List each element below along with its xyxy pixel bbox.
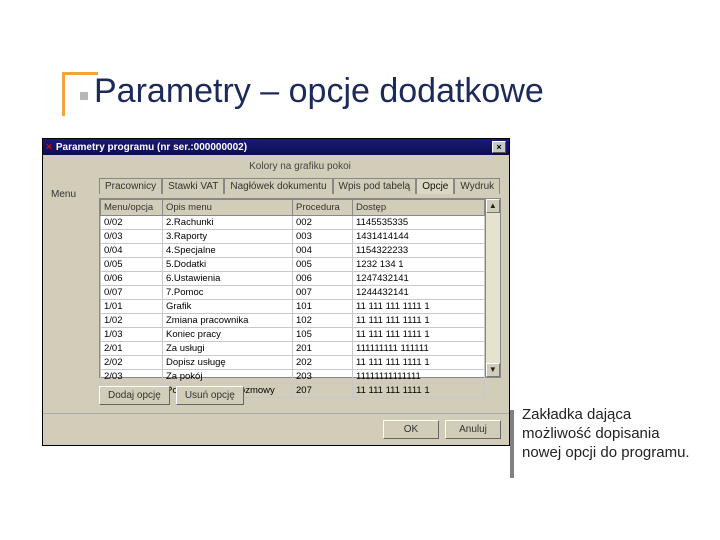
cell-c0: 0/07 (101, 286, 163, 300)
cell-c2: 002 (293, 216, 353, 230)
cell-c1: Grafik (163, 300, 293, 314)
titlebar-text: × Parametry programu (nr ser.:000000002) (46, 142, 247, 153)
table-row[interactable]: 2/02Dopisz usługę20211 111 111 1111 1 (101, 356, 485, 370)
cell-c2: 202 (293, 356, 353, 370)
tab-wydruk[interactable]: Wydruk (454, 178, 500, 194)
cell-c2: 207 (293, 384, 353, 398)
cell-c2: 201 (293, 342, 353, 356)
cell-c3: 1247432141 (353, 272, 485, 286)
table-row[interactable]: 0/044.Specjalne0041154322233 (101, 244, 485, 258)
cell-c2: 105 (293, 328, 353, 342)
cell-c3: 1431414144 (353, 230, 485, 244)
cell-c3: 11111111111111 (353, 370, 485, 384)
cell-c1: Koniec pracy (163, 328, 293, 342)
cell-c2: 005 (293, 258, 353, 272)
cell-c3: 1145535335 (353, 216, 485, 230)
colors-link[interactable]: Kolory na grafiku pokoi (99, 161, 501, 172)
cell-c3: 1154322233 (353, 244, 485, 258)
slide-note: Zakładka dająca możliwość dopisania nowe… (522, 406, 702, 462)
table-row[interactable]: 0/033.Raporty0031431414144 (101, 230, 485, 244)
table-row[interactable]: 2/01Za usługi201111111111 111111 (101, 342, 485, 356)
cell-c0: 1/03 (101, 328, 163, 342)
cell-c1: 7.Pomoc (163, 286, 293, 300)
delete-option-button[interactable]: Usuń opcję (176, 386, 244, 405)
cell-c1: 4.Specjalne (163, 244, 293, 258)
cell-c0: 0/03 (101, 230, 163, 244)
cell-c3: 11 111 111 1111 1 (353, 314, 485, 328)
cell-c3: 1232 134 1 (353, 258, 485, 272)
table-row[interactable]: 0/055.Dodatki0051232 134 1 (101, 258, 485, 272)
col-dostep[interactable]: Dostęp (353, 200, 485, 216)
cell-c0: 1/01 (101, 300, 163, 314)
cell-c2: 102 (293, 314, 353, 328)
options-table-wrap: Menu/opcja Opis menu Procedura Dostęp 0/… (99, 198, 501, 378)
window-title: Parametry programu (nr ser.:000000002) (56, 142, 247, 153)
dialog-body: Menu Kolory na grafiku pokoi Pracownicy … (43, 155, 509, 413)
title-accent-square (80, 92, 88, 100)
cell-c2: 007 (293, 286, 353, 300)
table-row[interactable]: 0/066.Ustawienia0061247432141 (101, 272, 485, 286)
tab-wpis[interactable]: Wpis pod tabelą (333, 178, 417, 194)
cell-c2: 101 (293, 300, 353, 314)
cell-c3: 11 111 111 1111 1 (353, 356, 485, 370)
table-row[interactable]: 2/03Za pokój20311111111111111 (101, 370, 485, 384)
col-menu-opcja[interactable]: Menu/opcja (101, 200, 163, 216)
cell-c1: Dopisz usługę (163, 356, 293, 370)
slide-title: Parametry – opcje dodatkowe (94, 72, 544, 111)
table-row[interactable]: 0/022.Rachunki0021145535335 (101, 216, 485, 230)
cell-c1: 6.Ustawienia (163, 272, 293, 286)
add-option-button[interactable]: Dodaj opcję (99, 386, 170, 405)
cell-c0: 0/02 (101, 216, 163, 230)
tab-bar: Pracownicy Stawki VAT Nagłówek dokumentu… (99, 178, 501, 194)
cell-c1: Za usługi (163, 342, 293, 356)
cell-c2: 003 (293, 230, 353, 244)
table-row[interactable]: 1/02Zmiana pracownika10211 111 111 1111 … (101, 314, 485, 328)
cancel-button[interactable]: Anuluj (445, 420, 501, 439)
tab-opcje[interactable]: Opcje (416, 178, 454, 194)
titlebar: × Parametry programu (nr ser.:000000002)… (43, 139, 509, 155)
scroll-down-icon[interactable]: ▼ (486, 363, 500, 377)
options-table: Menu/opcja Opis menu Procedura Dostęp 0/… (100, 199, 485, 398)
cell-c1: 3.Raporty (163, 230, 293, 244)
cell-c0: 0/04 (101, 244, 163, 258)
col-procedura[interactable]: Procedura (293, 200, 353, 216)
table-row[interactable]: 1/03Koniec pracy10511 111 111 1111 1 (101, 328, 485, 342)
ok-button[interactable]: OK (383, 420, 439, 439)
cell-c0: 0/06 (101, 272, 163, 286)
cell-c0: 2/03 (101, 370, 163, 384)
tab-naglowek[interactable]: Nagłówek dokumentu (224, 178, 332, 194)
cell-c3: 111111111 111111 (353, 342, 485, 356)
cell-c0: 0/05 (101, 258, 163, 272)
cell-c2: 004 (293, 244, 353, 258)
scroll-track[interactable] (486, 213, 500, 363)
scroll-up-icon[interactable]: ▲ (486, 199, 500, 213)
cell-c3: 11 111 111 1111 1 (353, 328, 485, 342)
dialog-footer: OK Anuluj (43, 413, 509, 445)
tab-stawki-vat[interactable]: Stawki VAT (162, 178, 224, 194)
cell-c1: Za pokój (163, 370, 293, 384)
vertical-scrollbar[interactable]: ▲ ▼ (485, 199, 500, 377)
cell-c1: 5.Dodatki (163, 258, 293, 272)
close-icon[interactable]: × (492, 141, 506, 153)
cell-c0: 2/01 (101, 342, 163, 356)
note-accent-bar (510, 410, 514, 478)
table-row[interactable]: 1/01Grafik10111 111 111 1111 1 (101, 300, 485, 314)
tab-pracownicy[interactable]: Pracownicy (99, 178, 162, 194)
cell-c2: 006 (293, 272, 353, 286)
left-label: Menu (51, 161, 95, 405)
cell-c1: Zmiana pracownika (163, 314, 293, 328)
dialog-window: × Parametry programu (nr ser.:000000002)… (42, 138, 510, 446)
titlebar-icon: × (46, 142, 52, 153)
cell-c3: 11 111 111 1111 1 (353, 300, 485, 314)
cell-c2: 203 (293, 370, 353, 384)
cell-c3: 1244432141 (353, 286, 485, 300)
table-row[interactable]: 0/077.Pomoc0071244432141 (101, 286, 485, 300)
cell-c3: 11 111 111 1111 1 (353, 384, 485, 398)
col-opis-menu[interactable]: Opis menu (163, 200, 293, 216)
cell-c0: 2/02 (101, 356, 163, 370)
cell-c1: 2.Rachunki (163, 216, 293, 230)
cell-c0: 1/02 (101, 314, 163, 328)
